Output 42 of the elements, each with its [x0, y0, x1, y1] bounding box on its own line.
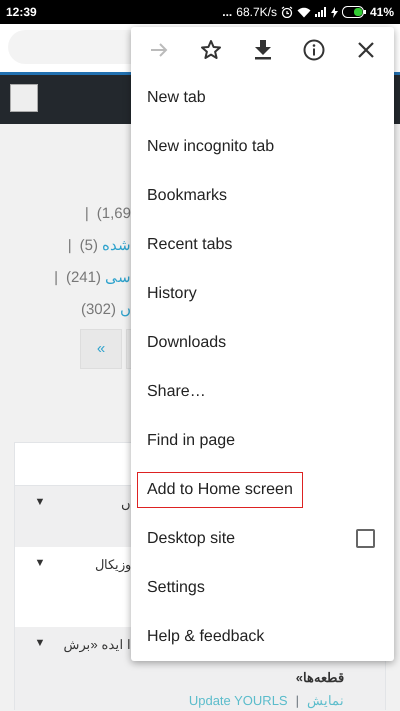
menu-item[interactable]: Downloads: [137, 324, 236, 360]
menu-item[interactable]: Share…: [137, 374, 216, 410]
expand-toggle[interactable]: ▼: [15, 635, 65, 652]
count-text: (241): [66, 268, 101, 288]
signal-icon: [314, 7, 327, 17]
menu-item[interactable]: Bookmarks: [137, 178, 238, 214]
star-icon[interactable]: [200, 39, 222, 61]
row-title: ا ایده «برش: [64, 636, 131, 654]
network-speed: 68.7K/s: [236, 4, 277, 21]
separator-text: |: [68, 236, 72, 256]
info-icon[interactable]: [303, 39, 326, 61]
menu-item[interactable]: Find in page: [137, 422, 246, 458]
menu-item[interactable]: New incognito tab: [137, 128, 284, 164]
expand-toggle[interactable]: ▼: [15, 494, 65, 510]
menu-item[interactable]: Recent tabs: [137, 226, 242, 262]
battery-icon: [342, 6, 366, 18]
alarm-icon: [280, 6, 293, 18]
charging-icon: [330, 6, 338, 18]
menu-item[interactable]: Settings: [137, 570, 215, 606]
download-icon[interactable]: [254, 40, 272, 60]
menu-toggle-button[interactable]: [10, 84, 38, 112]
menu-item[interactable]: Add to Home screen: [137, 472, 303, 508]
row-title: وزیکال: [95, 556, 131, 574]
separator-text: |: [84, 204, 89, 224]
close-icon[interactable]: [357, 41, 375, 59]
count-text: (1,69: [96, 204, 131, 224]
clock-text: 12:39: [6, 4, 37, 21]
menu-item[interactable]: New tab: [137, 80, 216, 116]
separator-text: |: [296, 692, 299, 710]
battery-percent: 41%: [370, 4, 394, 21]
row-title: ں: [121, 495, 131, 513]
menu-item[interactable]: Help & feedback: [137, 618, 274, 654]
row-title: قطعه‌ها»: [296, 668, 344, 686]
menu-item[interactable]: History: [137, 276, 207, 312]
wifi-icon: [296, 6, 311, 18]
separator-text: |: [54, 268, 58, 288]
more-dots: ...: [222, 4, 232, 21]
checkbox[interactable]: [356, 529, 375, 548]
count-text: (302): [80, 300, 116, 320]
expand-toggle[interactable]: ▼: [15, 555, 65, 572]
count-text: (5): [80, 236, 98, 256]
menu-item[interactable]: Desktop site: [137, 520, 246, 556]
